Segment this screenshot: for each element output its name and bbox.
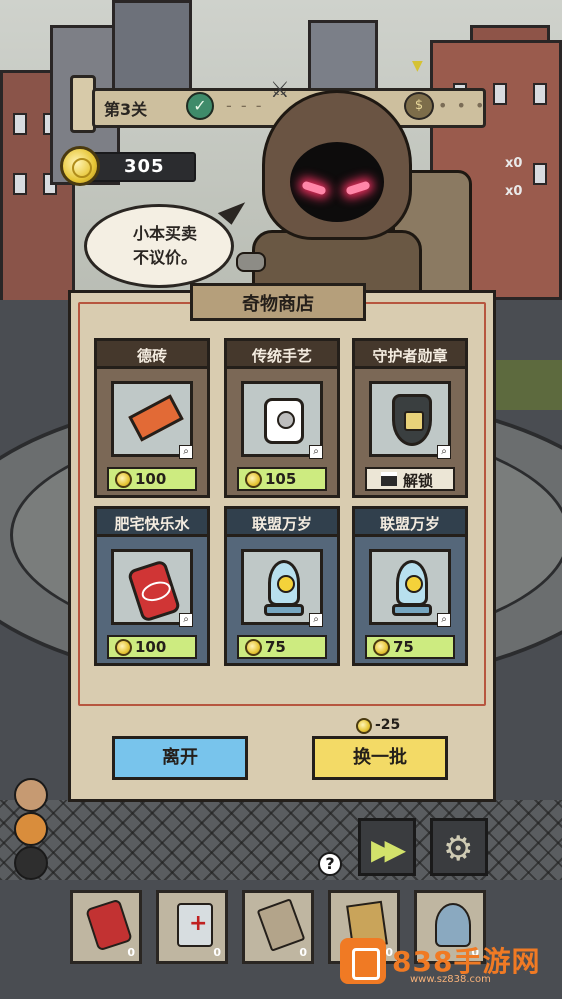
shop-item-card[interactable]: 肥宅快乐水 ⌕ 100	[94, 506, 210, 666]
item-name: 联盟万岁	[379, 515, 440, 533]
item-name: 联盟万岁	[251, 515, 312, 533]
guardian-shield-icon	[392, 394, 432, 446]
zoom-icon[interactable]: ⌕	[309, 613, 323, 627]
party-avatar[interactable]	[14, 778, 48, 812]
watermark-url: www.sz838.com	[410, 974, 491, 985]
scroll-icon	[256, 898, 306, 952]
soda-can-icon	[85, 898, 133, 952]
help-icon[interactable]: ?	[318, 852, 342, 876]
shop-item-card[interactable]: 联盟万岁 ⌕ 75	[352, 506, 468, 666]
shop-item-card[interactable]: 德砖 ⌕ 100	[94, 338, 210, 498]
toilet-paper-icon	[264, 398, 304, 444]
refresh-cost: -25	[375, 717, 401, 733]
inventory-count: 0	[299, 946, 307, 959]
gear-icon: ⚙	[443, 829, 474, 869]
inventory-slot[interactable]: 0	[156, 890, 228, 964]
coin-icon	[60, 146, 100, 186]
brick-icon	[128, 394, 184, 442]
zoom-icon[interactable]: ⌕	[437, 613, 451, 627]
party-avatar[interactable]	[14, 812, 48, 846]
nuke-bomb-icon	[268, 560, 300, 606]
price-tag[interactable]: 75	[365, 635, 455, 659]
nuke-bomb-icon	[396, 560, 428, 606]
shop-item-card[interactable]: 守护者勋章 ⌕ 解锁	[352, 338, 468, 498]
inventory-slot[interactable]: 0	[242, 890, 314, 964]
item-name-bar: 联盟万岁	[355, 509, 465, 537]
zoom-icon[interactable]: ⌕	[179, 445, 193, 459]
speech-line: 小本买卖	[132, 224, 197, 243]
current-node-icon: ✓	[186, 92, 214, 120]
price-tag[interactable]: 100	[107, 467, 197, 491]
speech-line: 不议价。	[132, 248, 197, 267]
watermark-logo-icon	[340, 938, 386, 984]
inventory-count: 0	[213, 946, 221, 959]
zoom-icon[interactable]: ⌕	[437, 445, 451, 459]
price-tag[interactable]: 105	[237, 467, 327, 491]
unlock-label: 解锁	[403, 472, 434, 490]
shop-item-card[interactable]: 联盟万岁 ⌕ 75	[224, 506, 340, 666]
zoom-icon[interactable]: ⌕	[309, 445, 323, 459]
price-value: 75	[265, 638, 286, 656]
item-name-bar: 守护者勋章	[355, 341, 465, 369]
item-name: 传统手艺	[251, 347, 312, 365]
marker-count: x0	[505, 184, 523, 199]
item-name: 守护者勋章	[372, 347, 448, 365]
party-avatar[interactable]	[14, 846, 48, 880]
marker-count: x0	[505, 156, 523, 171]
coin-icon	[245, 639, 262, 656]
zoom-icon[interactable]: ⌕	[179, 613, 193, 627]
coin-icon	[245, 471, 262, 488]
fast-forward-icon: ▶▶	[371, 833, 406, 866]
item-name-bar: 肥宅快乐水	[97, 509, 207, 537]
leave-button[interactable]: 离开	[112, 736, 248, 780]
coin-icon	[115, 639, 132, 656]
shop-title: 奇物商店	[242, 294, 314, 315]
item-name: 肥宅快乐水	[114, 515, 190, 533]
inventory-count: 0	[127, 946, 135, 959]
inventory-slot[interactable]: 0	[70, 890, 142, 964]
bomb-fin	[264, 604, 304, 616]
hooded-merchant	[232, 80, 472, 320]
unlock-button[interactable]: 解锁	[365, 467, 455, 491]
soda-can-icon	[126, 559, 182, 623]
coin-icon	[356, 718, 372, 734]
shop-item-card[interactable]: 传统手艺 ⌕ 105	[224, 338, 340, 498]
price-tag[interactable]: 75	[237, 635, 327, 659]
coin-value: 305	[124, 156, 165, 177]
settings-button[interactable]: ⚙	[430, 818, 488, 876]
coin-icon	[115, 471, 132, 488]
item-name-bar: 德砖	[97, 341, 207, 369]
price-value: 100	[135, 638, 167, 656]
price-tag[interactable]: 100	[107, 635, 197, 659]
price-value: 75	[393, 638, 414, 656]
bomb-fin	[392, 604, 432, 616]
price-value: 100	[135, 470, 167, 488]
gloved-hand	[236, 252, 266, 272]
item-name-bar: 传统手艺	[227, 341, 337, 369]
item-name-bar: 联盟万岁	[227, 509, 337, 537]
stage-label: 第3关	[104, 100, 148, 119]
price-value: 105	[265, 470, 297, 488]
video-clapper-icon	[381, 472, 397, 486]
refresh-button[interactable]: 换一批	[312, 736, 448, 780]
fast-forward-button[interactable]: ▶▶	[358, 818, 416, 876]
medkit-icon	[177, 903, 213, 947]
position-marker-icon: ▼	[412, 58, 423, 74]
item-name: 德砖	[136, 347, 167, 365]
coin-icon	[373, 639, 390, 656]
merchant-speech: 小本买卖 不议价。	[120, 222, 210, 270]
